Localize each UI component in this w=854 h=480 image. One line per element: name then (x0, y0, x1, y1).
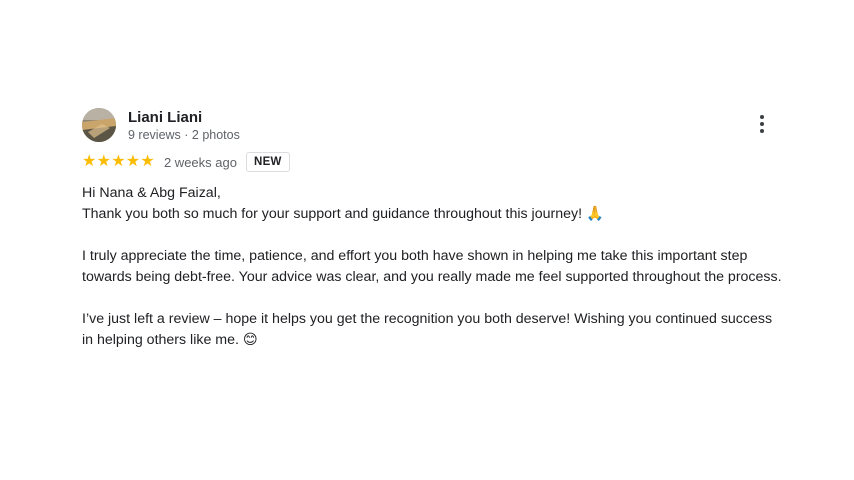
review-body: Hi Nana & Abg Faizal, Thank you both so … (82, 183, 782, 351)
star-icon: ★ (125, 153, 140, 170)
more-vert-icon[interactable] (752, 110, 772, 138)
avatar[interactable] (82, 108, 116, 142)
review-paragraph-1: Hi Nana & Abg Faizal, Thank you both so … (82, 183, 782, 225)
author-info: Liani Liani 9 reviews · 2 photos (128, 108, 240, 143)
star-icon: ★ (140, 153, 154, 170)
author-meta: 9 reviews · 2 photos (128, 127, 240, 142)
review-paragraph-3: I’ve just left a review – hope it helps … (82, 309, 782, 351)
rating-row: ★ ★ ★ ★ ★ 2 weeks ago NEW (82, 150, 782, 174)
new-badge: NEW (245, 152, 290, 172)
review-closing: I’ve just left a review – hope it helps … (82, 311, 773, 348)
review-paragraph-2: I truly appreciate the time, patience, a… (82, 248, 782, 285)
star-icon: ★ (111, 153, 125, 170)
star-rating: ★ ★ ★ ★ ★ (82, 154, 155, 170)
star-icon: ★ (96, 153, 111, 170)
review-card: Liani Liani 9 reviews · 2 photos ★ ★ ★ ★… (82, 106, 782, 351)
star-icon: ★ (82, 153, 96, 170)
review-greeting: Hi Nana & Abg Faizal, (82, 185, 221, 201)
review-time: 2 weeks ago (163, 154, 237, 170)
author-name[interactable]: Liani Liani (128, 108, 240, 127)
more-dot (760, 115, 764, 119)
folded-hands-icon: 🙏 (585, 206, 604, 222)
smiling-face-icon: 😊 (242, 332, 258, 348)
review-header: Liani Liani 9 reviews · 2 photos (82, 106, 782, 144)
more-dot (760, 122, 764, 126)
review-thanks: Thank you both so much for your support … (82, 206, 583, 222)
more-dot (760, 129, 764, 133)
